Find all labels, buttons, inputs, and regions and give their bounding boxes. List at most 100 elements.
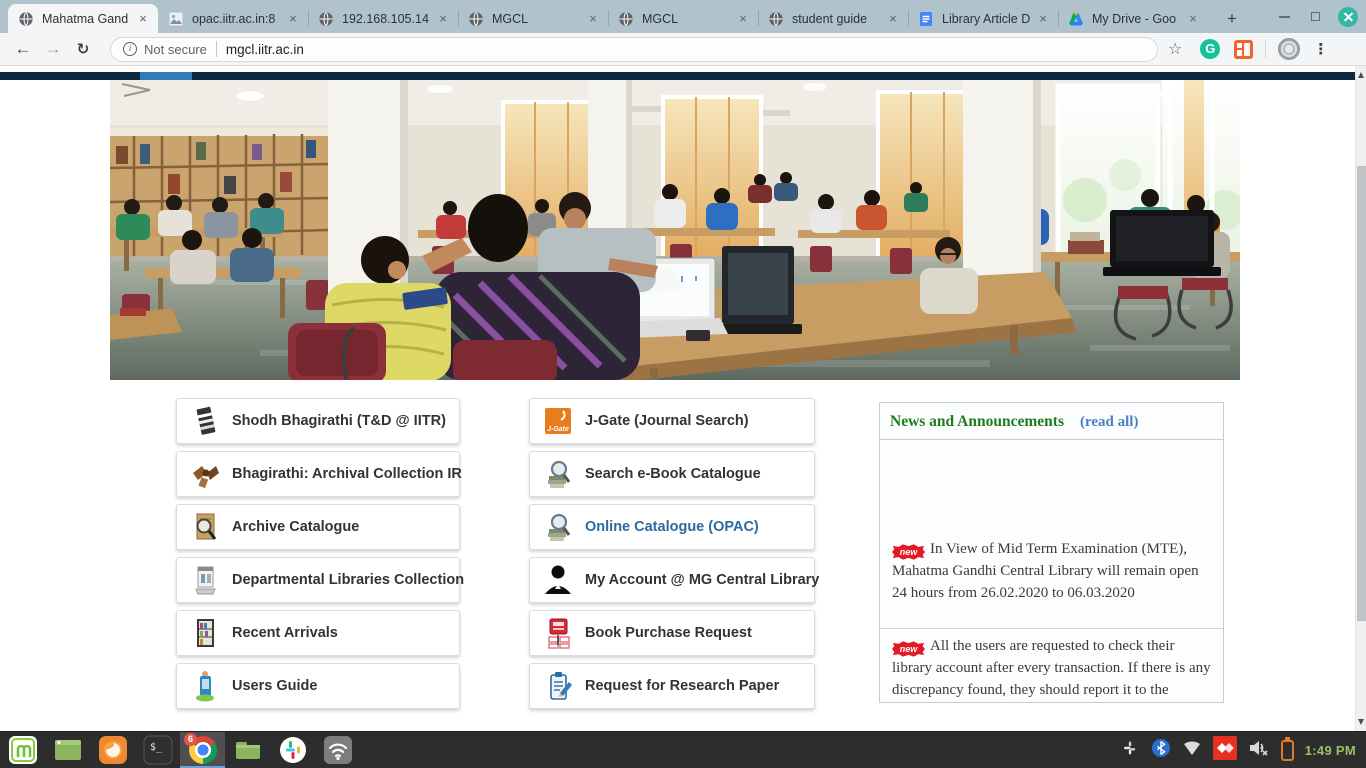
link-shodh-bhagirathi[interactable]: Shodh Bhagirathi (T&D @ IITR) bbox=[176, 398, 460, 444]
globe-favicon-icon bbox=[468, 11, 484, 27]
address-bar[interactable]: i Not secure mgcl.iitr.ac.in bbox=[110, 37, 1158, 62]
scroll-up-arrow[interactable] bbox=[1356, 68, 1366, 82]
read-all-link[interactable]: (read all) bbox=[1080, 414, 1138, 430]
tab-close-icon[interactable]: × bbox=[285, 11, 301, 27]
link-search-ebook-catalogue[interactable]: Search e-Book Catalogue bbox=[529, 451, 815, 497]
tab-library-article[interactable]: Library Article D × bbox=[908, 4, 1058, 33]
link-label: J-Gate (Journal Search) bbox=[585, 413, 749, 429]
firefox-icon[interactable] bbox=[90, 732, 135, 768]
link-book-purchase-request[interactable]: Book Purchase Request bbox=[529, 610, 815, 656]
new-tab-button[interactable]: + bbox=[1219, 7, 1245, 31]
reload-button[interactable]: ↻ bbox=[68, 40, 98, 58]
bookshelf-icon bbox=[190, 615, 220, 651]
news-item: newAll the users are requested to check … bbox=[880, 629, 1223, 703]
tabs: Mahatma Gand × opac.iitr.ac.in:8 × 192.1… bbox=[8, 4, 1208, 33]
tab-title: My Drive - Goo bbox=[1092, 12, 1185, 26]
person-silhouette-icon bbox=[543, 562, 573, 598]
link-my-account[interactable]: My Account @ MG Central Library bbox=[529, 557, 815, 603]
terminal-icon[interactable]: $_ bbox=[135, 732, 180, 768]
tab-opac[interactable]: opac.iitr.ac.in:8 × bbox=[158, 4, 308, 33]
screenshot-extension-icon[interactable] bbox=[1234, 40, 1253, 59]
link-departmental-libraries[interactable]: Departmental Libraries Collection bbox=[176, 557, 460, 603]
mint-menu-icon[interactable] bbox=[0, 732, 45, 768]
link-archive-catalogue[interactable]: Archive Catalogue bbox=[176, 504, 460, 550]
profile-avatar[interactable] bbox=[1278, 38, 1300, 60]
guide-kiosk-icon bbox=[190, 668, 220, 704]
link-bhagirathi-archival[interactable]: Bhagirathi: Archival Collection IR bbox=[176, 451, 460, 497]
link-label: My Account @ MG Central Library bbox=[585, 572, 819, 588]
tab-close-icon[interactable]: × bbox=[135, 11, 151, 27]
battery-icon[interactable] bbox=[1281, 740, 1294, 761]
link-recent-arrivals[interactable]: Recent Arrivals bbox=[176, 610, 460, 656]
tab-student-guide[interactable]: student guide × bbox=[758, 4, 908, 33]
image-placeholder-favicon-icon bbox=[168, 11, 184, 27]
wifi-signal-icon[interactable] bbox=[1182, 738, 1202, 763]
forward-button[interactable]: → bbox=[38, 39, 68, 59]
news-title: News and Announcements bbox=[890, 413, 1064, 430]
bookmark-star-icon[interactable]: ☆ bbox=[1168, 39, 1182, 59]
news-text: All the users are requested to check the… bbox=[892, 638, 1211, 698]
tab-close-icon[interactable]: × bbox=[885, 11, 901, 27]
link-jgate[interactable]: J-Gate J-Gate (Journal Search) bbox=[529, 398, 815, 444]
tab-mahatma-gandhi[interactable]: Mahatma Gand × bbox=[8, 4, 158, 33]
page-scrollbar[interactable] bbox=[1355, 66, 1366, 731]
webpage-mgcl: Shodh Bhagirathi (T&D @ IITR) Bhagirathi… bbox=[0, 67, 1355, 731]
window-restore-button[interactable] bbox=[1307, 8, 1325, 26]
tab-close-icon[interactable]: × bbox=[435, 11, 451, 27]
tab-ip-address[interactable]: 192.168.105.14 × bbox=[308, 4, 458, 33]
card-magnifier-icon bbox=[190, 509, 220, 545]
chrome-tab-count-badge: 6 bbox=[184, 733, 197, 746]
tab-close-icon[interactable]: × bbox=[735, 11, 751, 27]
tab-my-drive[interactable]: My Drive - Goo × bbox=[1058, 4, 1208, 33]
news-panel: News and Announcements (read all) newIn … bbox=[879, 402, 1224, 703]
security-label: Not secure bbox=[144, 42, 207, 57]
news-text: In View of Mid Term Examination (MTE), M… bbox=[892, 541, 1199, 601]
svg-text:$_: $_ bbox=[150, 742, 163, 753]
info-icon[interactable]: i bbox=[123, 42, 137, 56]
bluetooth-icon[interactable] bbox=[1151, 738, 1171, 763]
link-label: Departmental Libraries Collection bbox=[232, 572, 464, 588]
globe-favicon-icon bbox=[768, 11, 784, 27]
quicklinks-left: Shodh Bhagirathi (T&D @ IITR) Bhagirathi… bbox=[176, 398, 460, 716]
tab-title: MGCL bbox=[642, 12, 735, 26]
files-folder-icon[interactable] bbox=[225, 732, 270, 768]
new-badge: new bbox=[892, 544, 925, 560]
link-online-catalogue-opac[interactable]: Online Catalogue (OPAC) bbox=[529, 504, 815, 550]
tab-close-icon[interactable]: × bbox=[1035, 11, 1051, 27]
link-request-research-paper[interactable]: Request for Research Paper bbox=[529, 663, 815, 709]
back-button[interactable]: ← bbox=[8, 39, 38, 59]
window-minimize-button[interactable] bbox=[1276, 8, 1294, 26]
quicklinks-right: J-Gate J-Gate (Journal Search) Search e-… bbox=[529, 398, 815, 716]
divider bbox=[1265, 40, 1266, 58]
menu-kebab-icon[interactable]: ⋮ bbox=[1313, 40, 1328, 58]
tab-close-icon[interactable]: × bbox=[1185, 11, 1201, 27]
taskbar-clock[interactable]: 1:49 PM bbox=[1305, 743, 1356, 758]
site-navbar-edge bbox=[0, 72, 1355, 80]
tab-close-icon[interactable]: × bbox=[585, 11, 601, 27]
link-users-guide[interactable]: Users Guide bbox=[176, 663, 460, 709]
archive-ribbon-icon bbox=[190, 456, 220, 492]
link-label: Archive Catalogue bbox=[232, 519, 359, 535]
tab-title: MGCL bbox=[492, 12, 585, 26]
tab-mgcl-1[interactable]: MGCL × bbox=[458, 4, 608, 33]
slack-tray-icon[interactable] bbox=[1120, 738, 1140, 763]
volume-muted-icon[interactable] bbox=[1248, 738, 1270, 763]
active-nav-highlight bbox=[140, 72, 192, 80]
anydesk-icon[interactable] bbox=[1213, 736, 1237, 765]
link-label: Users Guide bbox=[232, 678, 317, 694]
thesis-stack-icon bbox=[190, 403, 220, 439]
tab-mgcl-2[interactable]: MGCL × bbox=[608, 4, 758, 33]
link-label: Recent Arrivals bbox=[232, 625, 338, 641]
network-wifi-icon[interactable] bbox=[315, 732, 360, 768]
screen: Mahatma Gand × opac.iitr.ac.in:8 × 192.1… bbox=[0, 0, 1366, 768]
browser-toolbar: ← → ↻ i Not secure mgcl.iitr.ac.in ☆ G ⋮ bbox=[0, 33, 1366, 66]
divider bbox=[216, 41, 217, 57]
window-close-button[interactable] bbox=[1338, 7, 1358, 27]
show-desktop-icon[interactable] bbox=[45, 732, 90, 768]
scroll-down-arrow[interactable] bbox=[1356, 715, 1366, 729]
chrome-icon[interactable]: 6 bbox=[180, 732, 225, 768]
tab-title: Library Article D bbox=[942, 12, 1035, 26]
scrollbar-thumb[interactable] bbox=[1357, 166, 1366, 621]
slack-icon[interactable] bbox=[270, 732, 315, 768]
grammarly-extension-icon[interactable]: G bbox=[1200, 39, 1220, 59]
